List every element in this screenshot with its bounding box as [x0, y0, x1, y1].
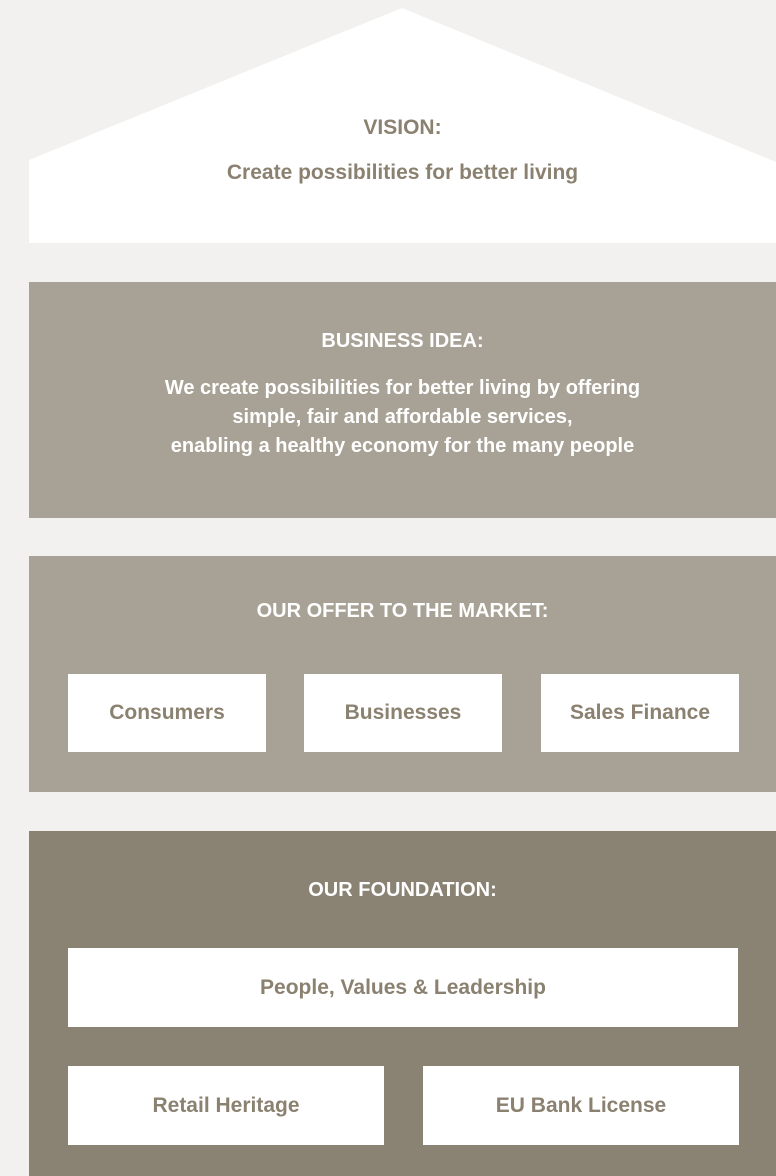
foundation-section: OUR FOUNDATION: People, Values & Leaders… [29, 831, 776, 1176]
foundation-retail-heritage-box: Retail Heritage [68, 1066, 384, 1145]
offer-consumers-box: Consumers [68, 674, 266, 752]
offer-heading: OUR OFFER TO THE MARKET: [256, 600, 549, 622]
foundation-people-values-box: People, Values & Leadership [68, 948, 738, 1027]
business-idea-heading: BUSINESS IDEA: [321, 330, 484, 352]
offer-sales-finance-box: Sales Finance [541, 674, 739, 752]
vision-heading: VISION: [363, 116, 442, 139]
business-idea-line: simple, fair and affordable services, [232, 406, 573, 428]
offer-section: OUR OFFER TO THE MARKET: Consumers Busin… [29, 556, 776, 792]
offer-businesses-box: Businesses [304, 674, 502, 752]
business-idea-section: BUSINESS IDEA: We create possibilities f… [29, 282, 776, 518]
business-idea-line: We create possibilities for better livin… [164, 377, 641, 399]
vision-section: VISION: Create possibilities for better … [29, 8, 776, 243]
foundation-heading: OUR FOUNDATION: [308, 879, 497, 901]
business-idea-text: We create possibilities for better livin… [69, 374, 736, 461]
business-idea-line: enabling a healthy economy for the many … [170, 435, 635, 457]
foundation-eu-bank-license-box: EU Bank License [423, 1066, 739, 1145]
vision-text: Create possibilities for better living [226, 161, 579, 184]
